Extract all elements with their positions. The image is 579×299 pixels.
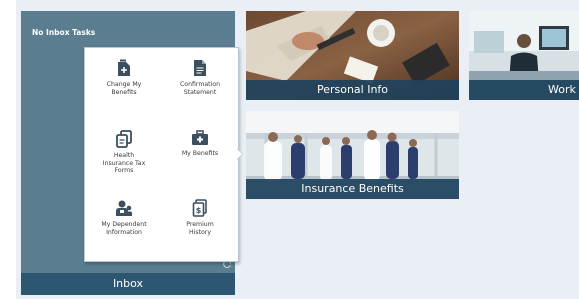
inbox-status: No Inbox Tasks bbox=[32, 28, 96, 37]
menu-item-label: Confirmation Statement bbox=[179, 81, 221, 96]
svg-text:$: $ bbox=[196, 206, 202, 215]
menu-item-label: Premium History bbox=[186, 221, 214, 236]
menu-item-label: Health Insurance Tax Forms bbox=[102, 152, 146, 175]
insurance-benefits-label: Insurance Benefits bbox=[246, 179, 459, 199]
tax-forms-icon bbox=[116, 130, 132, 148]
menu-item-premium-history[interactable]: $ Premium History bbox=[165, 199, 235, 236]
personal-info-label: Personal Info bbox=[246, 80, 459, 100]
popup-caret bbox=[236, 148, 242, 160]
document-icon bbox=[194, 60, 206, 76]
dependents-icon bbox=[116, 200, 132, 216]
inbox-label[interactable]: Inbox bbox=[21, 273, 235, 295]
menu-item-label: Change My Benefits bbox=[106, 81, 142, 96]
change-benefits-icon bbox=[118, 59, 130, 76]
inbox-actions-popup: Change My Benefits Confirmation Statemen… bbox=[84, 47, 239, 262]
menu-item-health-insurance-tax-forms[interactable]: Health Insurance Tax Forms bbox=[89, 130, 159, 175]
insurance-benefits-tile[interactable]: Insurance Benefits bbox=[246, 111, 459, 199]
menu-item-change-my-benefits[interactable]: Change My Benefits bbox=[89, 59, 159, 96]
work-label: Work bbox=[469, 80, 579, 100]
menu-item-label: My Dependent Information bbox=[101, 221, 147, 236]
history-icon: $ bbox=[192, 199, 207, 217]
menu-item-my-benefits[interactable]: My Benefits bbox=[165, 130, 235, 158]
menu-item-confirmation-statement[interactable]: Confirmation Statement bbox=[165, 59, 235, 96]
menu-item-label: My Benefits bbox=[181, 150, 219, 157]
work-tile[interactable]: Work bbox=[469, 11, 579, 100]
menu-item-my-dependent-information[interactable]: My Dependent Information bbox=[89, 199, 159, 236]
personal-info-tile[interactable]: Personal Info bbox=[246, 11, 459, 100]
medical-kit-icon bbox=[192, 130, 208, 145]
